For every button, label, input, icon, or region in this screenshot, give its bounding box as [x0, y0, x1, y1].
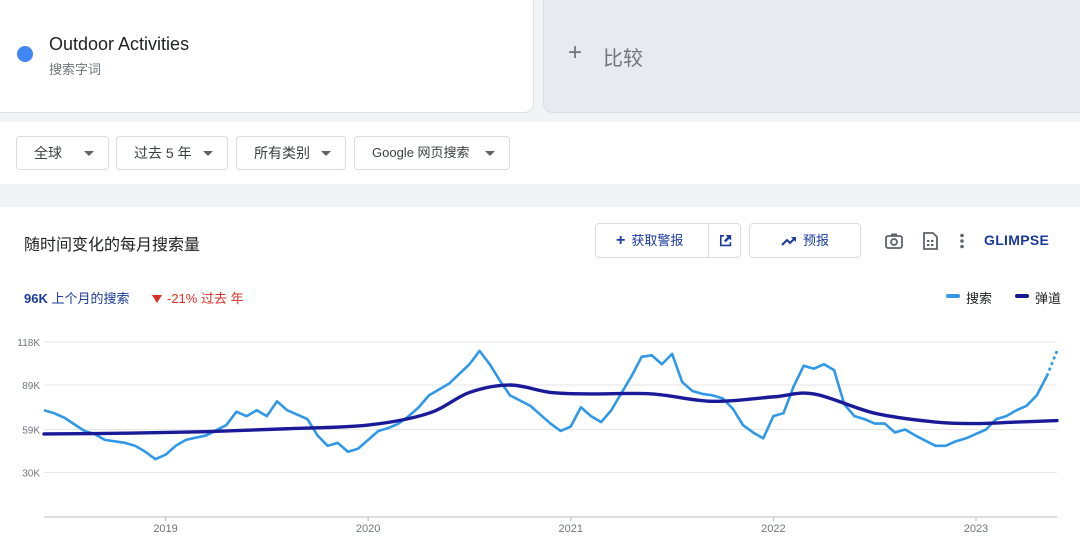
alert-button-group: + 获取警报	[595, 223, 741, 258]
search-term-name: Outdoor Activities	[49, 34, 190, 54]
legend-swatch-search	[946, 294, 960, 298]
search-term-card[interactable]: Outdoor Activities 搜索字词	[0, 0, 534, 113]
chevron-down-icon	[203, 151, 213, 156]
down-triangle-icon	[152, 295, 162, 303]
open-external-icon	[720, 235, 732, 247]
forecast-label: 预报	[803, 233, 830, 248]
last-month-stat: 96K 上个月的搜索	[24, 288, 130, 307]
region-dropdown[interactable]: 全球	[16, 136, 109, 170]
yoy-change-label: 过去 年	[200, 291, 244, 306]
legend-label-trend[interactable]: 弹道	[1035, 288, 1061, 307]
trend-series-line	[42, 383, 1059, 436]
x-tick-label: 2021	[559, 523, 583, 535]
y-tick-label: 59K	[22, 426, 40, 437]
region-dropdown-label: 全球	[34, 145, 62, 161]
chevron-down-icon	[485, 151, 495, 156]
get-alert-label: 获取警报	[631, 233, 684, 248]
last-month-label: 上个月的搜索	[51, 291, 130, 306]
x-tick-label: 2020	[356, 523, 380, 535]
forecast-button[interactable]: 预报	[749, 223, 861, 258]
search-type-dropdown-label: Google 网页搜索	[372, 145, 470, 160]
yoy-change-stat: -21% 过去 年	[152, 288, 244, 307]
search-volume-chart: 30K 59K 89K 118K 2019 2020 2021 2022 2023	[17, 338, 1059, 535]
more-vertical-icon[interactable]	[952, 231, 972, 251]
term-color-dot	[17, 46, 33, 62]
camera-icon[interactable]	[884, 231, 904, 251]
spreadsheet-icon[interactable]	[920, 231, 940, 251]
glimpse-logo: GLIMPSE	[984, 232, 1050, 248]
chevron-down-icon	[84, 151, 94, 156]
yoy-change-value: -21%	[167, 291, 198, 306]
x-tick-label: 2022	[761, 523, 785, 535]
search-series-line	[43, 349, 1049, 461]
legend-label-search[interactable]: 搜索	[966, 288, 992, 307]
search-forecast-line	[1045, 350, 1059, 377]
plus-icon: +	[568, 39, 583, 66]
open-external-button[interactable]	[709, 224, 741, 257]
trending-up-icon	[781, 237, 796, 246]
plus-icon: +	[616, 232, 626, 249]
get-alert-button[interactable]: + 获取警报	[596, 224, 708, 257]
chart-panel-title: 随时间变化的每月搜索量	[24, 237, 201, 254]
time-range-dropdown[interactable]: 过去 5 年	[116, 136, 228, 170]
y-tick-label: 30K	[22, 469, 40, 480]
x-tick-label: 2019	[153, 523, 177, 535]
last-month-value: 96K	[24, 291, 48, 306]
filter-bar: 全球 过去 5 年 所有类别 Google 网页搜索	[0, 122, 1080, 184]
category-dropdown[interactable]: 所有类别	[236, 136, 346, 170]
y-tick-label: 89K	[22, 381, 40, 392]
x-tick-label: 2023	[964, 523, 988, 535]
compare-button[interactable]: + 比较	[543, 0, 1080, 113]
search-type-dropdown[interactable]: Google 网页搜索	[354, 136, 510, 170]
time-range-dropdown-label: 过去 5 年	[134, 145, 192, 161]
search-term-type: 搜索字词	[49, 62, 102, 77]
category-dropdown-label: 所有类别	[254, 145, 310, 161]
y-tick-label: 118K	[17, 338, 40, 349]
compare-label: 比较	[603, 48, 643, 70]
chevron-down-icon	[321, 151, 331, 156]
legend-swatch-trend	[1015, 294, 1029, 298]
